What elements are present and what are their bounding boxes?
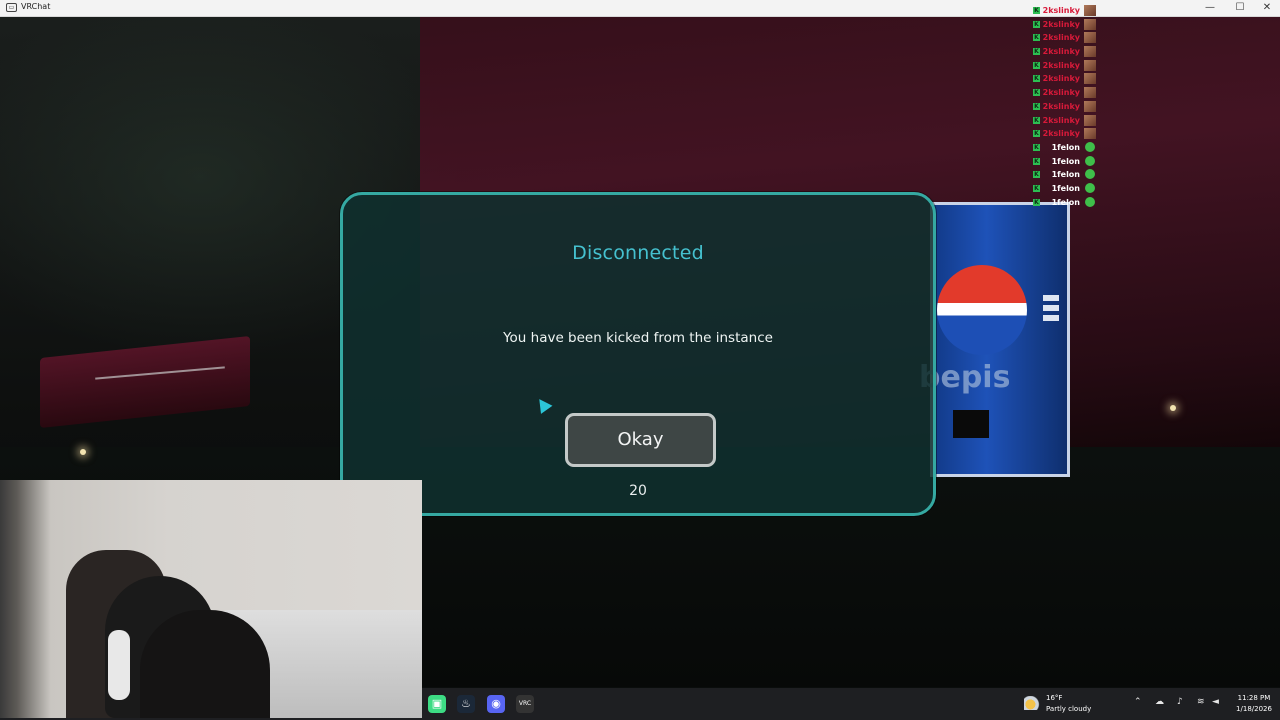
kick-icon: K	[1033, 75, 1040, 83]
vending-machine: bepis	[919, 202, 1070, 477]
player-avatar-icon	[1084, 128, 1096, 140]
vrchat-app-icon: ▭	[6, 3, 17, 12]
dialog-message: You have been kicked from the instance	[503, 330, 773, 346]
disconnected-dialog: Disconnected You have been kicked from t…	[340, 192, 936, 516]
kick-icon: K	[1033, 198, 1040, 206]
dialog-title: Disconnected	[572, 242, 704, 264]
chevron-up-icon[interactable]: ⌃	[1134, 697, 1142, 707]
kick-icon: K	[1033, 48, 1040, 56]
kick-icon: K	[1033, 116, 1040, 124]
kick-icon: K	[1033, 143, 1040, 151]
kicked-player-name: 1felon	[1051, 170, 1080, 180]
kicked-player-row: K 2kslinky	[1032, 114, 1096, 128]
kicked-player-row: K 1felon	[1032, 155, 1096, 169]
kick-icon: K	[1033, 34, 1040, 42]
webcam-overlay	[0, 480, 422, 718]
ground-lamp	[1170, 405, 1176, 411]
kick-icon: K	[1033, 61, 1040, 69]
player-avatar-icon	[1084, 46, 1096, 58]
player-status-icon	[1085, 196, 1095, 207]
weather-condition: Partly cloudy	[1046, 705, 1092, 713]
ground-lamp	[80, 449, 86, 455]
kicked-player-name: 2kslinky	[1042, 129, 1080, 139]
player-avatar-icon	[1084, 32, 1096, 44]
microphone-icon[interactable]: ♪	[1177, 697, 1183, 707]
player-avatar-icon	[1084, 114, 1096, 126]
kick-icon: K	[1033, 130, 1040, 138]
kick-icon: K	[1033, 20, 1040, 28]
kicked-player-name: 2kslinky	[1042, 74, 1080, 84]
kick-icon: K	[1033, 102, 1040, 110]
player-avatar-icon	[1084, 5, 1096, 16]
kicked-player-name: 1felon	[1051, 156, 1080, 166]
kicked-player-name: 2kslinky	[1042, 60, 1080, 70]
kicked-player-name: 1felon	[1051, 142, 1080, 152]
kicked-player-name: 2kslinky	[1042, 101, 1080, 111]
kicked-player-list: K 2kslinky K 2kslinky K 2kslinky K 2kslinky K 2ks…	[1032, 4, 1096, 209]
kicked-player-name: 2kslinky	[1042, 19, 1080, 29]
kicked-player-row: K 2kslinky	[1032, 72, 1096, 86]
kicked-player-name: 1felon	[1051, 183, 1080, 193]
wifi-icon[interactable]: ≋	[1197, 697, 1205, 707]
maximize-button[interactable]: ☐	[1225, 0, 1255, 16]
partly-cloudy-icon	[1024, 696, 1040, 710]
android-app-icon[interactable]: ▣	[428, 695, 446, 713]
kicked-player-row: K 2kslinky	[1032, 18, 1096, 32]
kick-icon: K	[1033, 89, 1040, 97]
kicked-player-row: K 1felon	[1032, 196, 1096, 210]
vrchat-icon[interactable]: VRC	[516, 695, 534, 713]
player-avatar-icon	[1084, 18, 1096, 30]
close-button[interactable]: ✕	[1252, 0, 1280, 16]
kicked-player-name: 2kslinky	[1042, 115, 1080, 125]
kicked-player-row: K 1felon	[1032, 168, 1096, 182]
kick-icon: K	[1033, 171, 1040, 179]
player-avatar-icon	[1084, 87, 1096, 99]
player-avatar-icon	[1084, 100, 1096, 112]
kicked-player-name: 2kslinky	[1042, 47, 1080, 57]
discord-icon[interactable]: ◉	[487, 695, 505, 713]
webcam-chair-trim	[108, 630, 130, 700]
background-bench	[40, 335, 250, 429]
taskbar-clock[interactable]: 11:28 PM 1/18/2026	[1232, 693, 1276, 715]
kicked-player-row: K 1felon	[1032, 141, 1096, 155]
vending-slot	[953, 410, 989, 438]
kicked-player-row: K 1felon	[1032, 182, 1096, 196]
kick-icon: K	[1033, 7, 1040, 14]
minimize-button[interactable]: —	[1195, 0, 1225, 16]
weather-temp: 16°F	[1046, 694, 1063, 702]
clock-date: 1/18/2026	[1236, 705, 1272, 713]
player-status-icon	[1085, 141, 1095, 152]
kicked-player-name: 2kslinky	[1042, 33, 1080, 43]
player-avatar-icon	[1084, 73, 1096, 85]
webcam-person	[140, 610, 270, 718]
kick-icon: K	[1033, 157, 1040, 165]
steam-icon[interactable]: ♨	[457, 695, 475, 713]
player-status-icon	[1085, 182, 1095, 193]
speaker-icon[interactable]: ◄	[1212, 697, 1219, 707]
kicked-player-row: K 2kslinky	[1032, 100, 1096, 114]
kicked-player-name: 1felon	[1051, 197, 1080, 207]
kicked-player-row: K 2kslinky	[1032, 127, 1096, 141]
kicked-player-row: K 2kslinky	[1032, 45, 1096, 59]
network-cloud-icon[interactable]: ☁	[1155, 697, 1164, 707]
vending-buttons	[1043, 295, 1059, 325]
kicked-player-row: K 2kslinky	[1032, 59, 1096, 73]
vending-logo-icon	[937, 265, 1027, 355]
player-status-icon	[1085, 169, 1095, 180]
okay-button[interactable]: Okay	[565, 413, 716, 467]
player-status-icon	[1085, 155, 1095, 166]
kicked-player-row: K 2kslinky	[1032, 86, 1096, 100]
kicked-player-row: K 2kslinky	[1032, 31, 1096, 45]
window-title: VRChat	[21, 2, 51, 11]
kicked-player-name: 2kslinky	[1042, 6, 1080, 15]
kicked-player-name: 2kslinky	[1042, 88, 1080, 98]
kicked-player-row: K 2kslinky	[1032, 4, 1096, 18]
clock-time: 11:28 PM	[1237, 694, 1271, 702]
kick-icon: K	[1033, 184, 1040, 192]
dialog-countdown: 20	[629, 483, 647, 499]
player-avatar-icon	[1084, 59, 1096, 71]
